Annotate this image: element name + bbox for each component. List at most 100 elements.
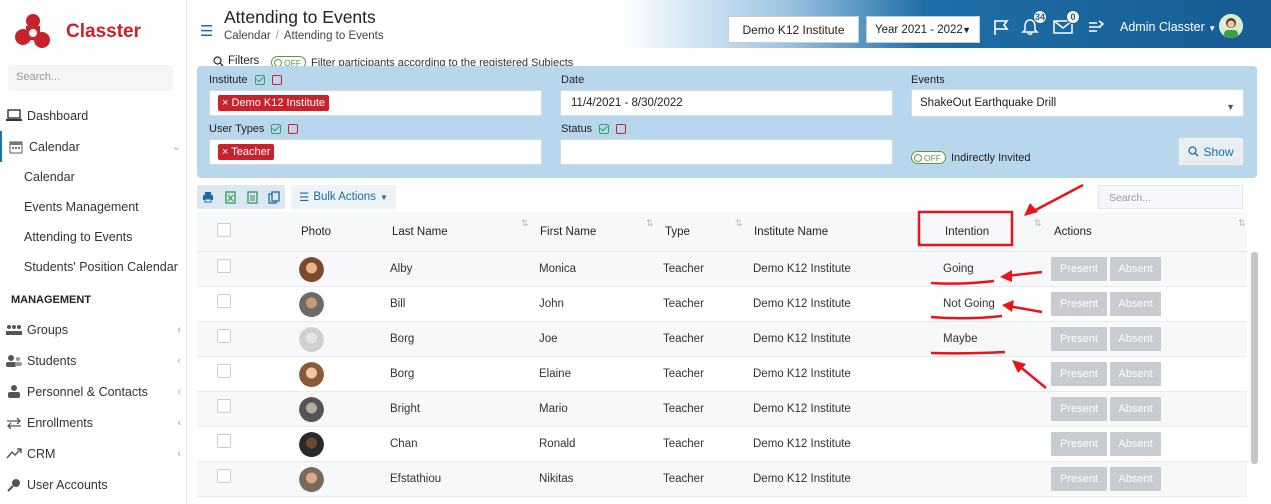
sort-icon[interactable]: ⇅ bbox=[1034, 218, 1042, 229]
sidebar-item-enrollments[interactable]: Enrollments ‹ bbox=[0, 407, 187, 438]
institute-multiselect[interactable]: × Demo K12 Institute bbox=[209, 90, 542, 116]
table-row[interactable]: Bright Mario Teacher Demo K12 Institute Pres… bbox=[197, 392, 1247, 427]
sort-icon[interactable]: ⇅ bbox=[735, 218, 743, 229]
sort-icon[interactable]: ⇅ bbox=[1238, 218, 1246, 229]
copy-icon[interactable] bbox=[263, 185, 285, 209]
cell-type: Teacher bbox=[663, 368, 704, 380]
crm-icon bbox=[6, 446, 22, 462]
sidebar-subitem-calendar[interactable]: Calendar bbox=[0, 162, 187, 192]
row-checkbox[interactable] bbox=[217, 259, 231, 273]
select-all-rows-checkbox[interactable] bbox=[217, 223, 231, 237]
notifications-bell-icon[interactable]: 34 bbox=[1019, 10, 1047, 38]
present-button[interactable]: Present bbox=[1051, 292, 1107, 316]
sidebar-item-personnel-contacts[interactable]: Personnel & Contacts ‹ bbox=[0, 376, 187, 407]
present-button[interactable]: Present bbox=[1051, 467, 1107, 491]
chevron-left-icon: ‹ bbox=[177, 323, 181, 336]
menu-toggle-icon[interactable] bbox=[1085, 16, 1107, 38]
select-all-checkbox-icon[interactable] bbox=[254, 75, 265, 85]
table-row[interactable]: Alby Monica Teacher Demo K12 Institute Going… bbox=[197, 252, 1247, 287]
user-types-multiselect[interactable]: × Teacher bbox=[209, 139, 542, 165]
user-types-label-text: User Types bbox=[209, 123, 265, 135]
sidebar-subitem-students-position-calendar[interactable]: Students' Position Calendar bbox=[0, 252, 187, 282]
sidebar-item-user-accounts[interactable]: User Accounts bbox=[0, 469, 187, 500]
present-button[interactable]: Present bbox=[1051, 397, 1107, 421]
cell-type: Teacher bbox=[663, 438, 704, 450]
sidebar-subitem-events-management[interactable]: Events Management bbox=[0, 192, 187, 222]
user-photo bbox=[299, 292, 324, 317]
sidebar-item-dashboard[interactable]: Dashboard bbox=[0, 100, 187, 131]
sidebar-item-calendar[interactable]: Calendar ⌄ bbox=[0, 131, 187, 162]
print-icon[interactable] bbox=[197, 185, 219, 209]
date-range-input[interactable]: 11/4/2021 - 8/30/2022 bbox=[560, 90, 893, 116]
present-button[interactable]: Present bbox=[1051, 327, 1107, 351]
sidebar-item-crm[interactable]: CRM ‹ bbox=[0, 438, 187, 469]
breadcrumb-item-current: Attending to Events bbox=[283, 30, 384, 42]
caret-down-icon: ▼ bbox=[962, 24, 971, 35]
excel-export-icon[interactable] bbox=[219, 185, 241, 209]
column-header-type[interactable]: Type bbox=[665, 226, 690, 238]
status-multiselect[interactable] bbox=[560, 139, 893, 165]
absent-button[interactable]: Absent bbox=[1110, 397, 1161, 421]
user-types-filter-label: User Types bbox=[209, 123, 299, 135]
sidebar-search-input[interactable]: Search... bbox=[8, 65, 173, 91]
flag-icon[interactable] bbox=[990, 16, 1012, 38]
absent-button[interactable]: Absent bbox=[1110, 257, 1161, 281]
column-header-intention[interactable]: Intention bbox=[945, 226, 989, 238]
events-dropdown[interactable]: ShakeOut Earthquake Drill ▼ bbox=[911, 89, 1244, 117]
row-checkbox[interactable] bbox=[217, 469, 231, 483]
breadcrumb-item-calendar[interactable]: Calendar bbox=[224, 30, 271, 42]
show-button[interactable]: Show bbox=[1178, 137, 1244, 166]
sort-icon[interactable]: ⇅ bbox=[521, 218, 529, 229]
clear-all-checkbox-icon[interactable] bbox=[288, 124, 299, 134]
table-row[interactable]: Efstathiou Nikitas Teacher Demo K12 Institu… bbox=[197, 462, 1247, 497]
absent-button[interactable]: Absent bbox=[1110, 292, 1161, 316]
sidebar-item-students[interactable]: Students ‹ bbox=[0, 345, 187, 376]
clear-all-checkbox-icon[interactable] bbox=[616, 124, 627, 134]
absent-button[interactable]: Absent bbox=[1110, 467, 1161, 491]
row-checkbox[interactable] bbox=[217, 434, 231, 448]
cell-institute-name: Demo K12 Institute bbox=[753, 403, 851, 415]
row-checkbox[interactable] bbox=[217, 329, 231, 343]
sidebar-item-label: Enrollments bbox=[27, 415, 93, 430]
row-checkbox[interactable] bbox=[217, 294, 231, 308]
sidebar-subitem-attending-to-events[interactable]: Attending to Events bbox=[0, 222, 187, 252]
column-header-last-name[interactable]: Last Name bbox=[392, 226, 448, 238]
present-button[interactable]: Present bbox=[1051, 432, 1107, 456]
table-row[interactable]: Bill John Teacher Demo K12 Institute Not Goi… bbox=[197, 287, 1247, 322]
select-all-checkbox-icon[interactable] bbox=[599, 124, 610, 134]
breadcrumb: Calendar / Attending to Events bbox=[224, 30, 384, 42]
sidebar-item-groups[interactable]: Groups ‹ bbox=[0, 314, 187, 345]
csv-export-icon[interactable] bbox=[241, 185, 263, 209]
indirectly-invited-toggle[interactable]: OFF bbox=[911, 151, 946, 164]
select-all-checkbox-icon[interactable] bbox=[271, 124, 282, 134]
present-button[interactable]: Present bbox=[1051, 257, 1107, 281]
row-checkbox[interactable] bbox=[217, 399, 231, 413]
column-header-institute-name[interactable]: Institute Name bbox=[754, 226, 828, 238]
sort-icon[interactable]: ⇅ bbox=[646, 218, 654, 229]
cell-type: Teacher bbox=[663, 333, 704, 345]
bulk-actions-dropdown[interactable]: ☰ Bulk Actions ▼ bbox=[291, 185, 396, 209]
clear-all-checkbox-icon[interactable] bbox=[271, 75, 282, 85]
table-row[interactable]: Chan Ronald Teacher Demo K12 Institute Prese… bbox=[197, 427, 1247, 462]
user-type-chip[interactable]: × Teacher bbox=[218, 144, 275, 160]
table-row[interactable]: Borg Elaine Teacher Demo K12 Institute Prese… bbox=[197, 357, 1247, 392]
year-selector-dropdown[interactable]: Year 2021 - 2022 ▼ bbox=[866, 16, 980, 43]
absent-button[interactable]: Absent bbox=[1110, 327, 1161, 351]
column-header-first-name[interactable]: First Name bbox=[540, 226, 596, 238]
absent-button[interactable]: Absent bbox=[1110, 362, 1161, 386]
institute-chip[interactable]: × Demo K12 Institute bbox=[218, 95, 330, 111]
institute-selector-button[interactable]: Demo K12 Institute bbox=[728, 16, 859, 43]
table-search-input[interactable]: Search... bbox=[1098, 185, 1243, 209]
table-scrollbar[interactable] bbox=[1251, 252, 1258, 464]
messages-envelope-icon[interactable]: 0 bbox=[1052, 10, 1080, 38]
cell-type: Teacher bbox=[663, 473, 704, 485]
present-button[interactable]: Present bbox=[1051, 362, 1107, 386]
user-menu[interactable]: Admin Classter ▼ bbox=[1120, 20, 1216, 34]
absent-button[interactable]: Absent bbox=[1110, 432, 1161, 456]
table-row[interactable]: Borg Joe Teacher Demo K12 Institute Maybe Pre… bbox=[197, 322, 1247, 357]
avatar[interactable] bbox=[1219, 14, 1243, 38]
attendance-table: Photo Last Name ⇅ First Name ⇅ Type ⇅ In… bbox=[197, 212, 1247, 497]
hamburger-menu-icon[interactable]: ☰ bbox=[200, 22, 213, 40]
classter-logo[interactable]: Classter bbox=[14, 12, 174, 52]
row-checkbox[interactable] bbox=[217, 364, 231, 378]
